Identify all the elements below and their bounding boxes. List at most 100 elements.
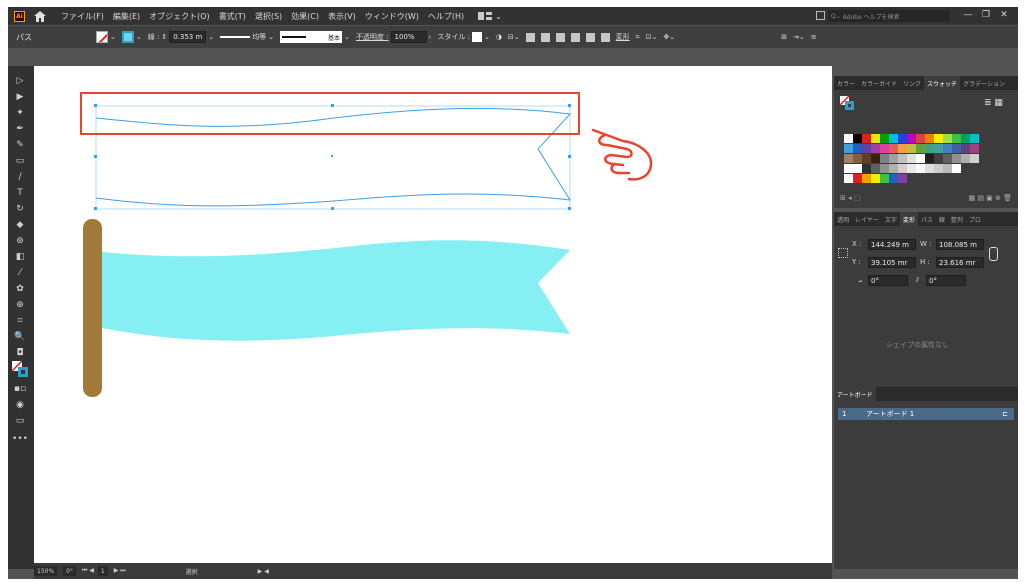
direct-selection-tool-icon[interactable]: ▶ <box>12 90 28 104</box>
swatch[interactable] <box>916 134 925 143</box>
swatch[interactable] <box>961 144 970 153</box>
tab-links[interactable]: リンク <box>900 79 924 88</box>
type-tool-icon[interactable]: T <box>12 186 28 200</box>
curvature-tool-icon[interactable]: ✎ <box>12 138 28 152</box>
swatch[interactable] <box>844 174 853 183</box>
swatch[interactable] <box>925 164 934 173</box>
swatch[interactable] <box>952 154 961 163</box>
swatch[interactable] <box>853 164 862 173</box>
menu-icon[interactable]: ≡ <box>811 33 817 41</box>
swatch[interactable] <box>952 144 961 153</box>
swatch[interactable] <box>889 174 898 183</box>
swatch[interactable] <box>907 134 916 143</box>
fill-swatch[interactable] <box>96 31 108 43</box>
pen-tool-icon[interactable]: ✒ <box>12 122 28 136</box>
list-view-icon[interactable]: ≣ ▦ <box>984 98 1003 108</box>
constrain-proportions-icon[interactable] <box>989 247 998 261</box>
swatch[interactable] <box>889 134 898 143</box>
tab-character[interactable]: 文字 <box>882 215 900 224</box>
menu-edit[interactable]: 編集(E) <box>113 11 140 22</box>
swatch[interactable] <box>871 144 880 153</box>
graphic-style-swatch[interactable] <box>471 32 482 42</box>
h-field[interactable]: 23.616 mr <box>936 257 984 268</box>
swatch[interactable] <box>889 164 898 173</box>
swatch[interactable] <box>898 174 907 183</box>
swatch[interactable] <box>934 144 943 153</box>
swatch[interactable] <box>907 164 916 173</box>
artboard-canvas[interactable] <box>34 66 832 563</box>
swatch[interactable] <box>970 144 979 153</box>
swatch[interactable] <box>871 154 880 163</box>
w-field[interactable]: 108.085 m <box>936 239 984 250</box>
brush-definition[interactable]: 基本 ⌄ <box>280 31 350 43</box>
swatch[interactable] <box>934 134 943 143</box>
fill-stroke-icon[interactable] <box>12 361 28 377</box>
swatch-fill-stroke-icon[interactable] <box>839 95 854 112</box>
tab-properties[interactable]: プロ <box>966 215 984 224</box>
align-to-icon[interactable]: ⊟⌄ <box>508 33 520 41</box>
swatch[interactable] <box>862 174 871 183</box>
selected-flag-outline[interactable] <box>94 104 572 210</box>
tab-swatches[interactable]: スウォッチ <box>924 76 961 90</box>
swatch[interactable] <box>880 164 889 173</box>
swatch[interactable] <box>898 164 907 173</box>
opacity-label[interactable]: 不透明度 : <box>356 32 389 42</box>
swatch[interactable] <box>880 134 889 143</box>
align-right-icon[interactable] <box>555 32 565 42</box>
recolor-icon[interactable]: ◑ <box>496 33 502 41</box>
width-tool-icon[interactable]: ⊛ <box>12 234 28 248</box>
rotation-field[interactable]: 0° <box>63 566 76 576</box>
swatch[interactable] <box>907 154 916 163</box>
swatch[interactable] <box>880 144 889 153</box>
swatch[interactable] <box>871 164 880 173</box>
swatch[interactable] <box>844 164 853 173</box>
swatch[interactable] <box>880 174 889 183</box>
swatch[interactable] <box>916 144 925 153</box>
stroke-weight-field[interactable]: 0.353 m <box>169 31 207 43</box>
swatch[interactable] <box>916 154 925 163</box>
chevron-right-icon[interactable]: › <box>429 33 432 41</box>
swatch[interactable] <box>907 144 916 153</box>
swatch[interactable] <box>844 134 853 143</box>
puppet-warp-icon[interactable]: ✥⌄ <box>663 33 675 41</box>
tab-transparency[interactable]: 透明 <box>834 215 852 224</box>
transform-icon[interactable]: ⌗ <box>636 33 640 42</box>
menu-view[interactable]: 表示(V) <box>328 11 356 22</box>
swatch[interactable] <box>889 144 898 153</box>
chevron-down-icon[interactable]: ⌄ <box>208 33 214 41</box>
swatch[interactable] <box>898 144 907 153</box>
close-icon[interactable]: ✕ <box>996 8 1012 22</box>
tab-pathfinder[interactable]: パス <box>918 215 936 224</box>
swatch[interactable] <box>871 174 880 183</box>
swatch[interactable] <box>862 134 871 143</box>
menu-type[interactable]: 書式(T) <box>219 11 246 22</box>
artboard-options-icon[interactable]: ⊏ <box>1002 410 1008 418</box>
x-field[interactable]: 144.249 m <box>868 239 916 250</box>
paintbrush-tool-icon[interactable]: ∕ <box>12 170 28 184</box>
swatch[interactable] <box>916 164 925 173</box>
opacity-field[interactable]: 100% <box>390 31 427 43</box>
swatch[interactable] <box>970 134 979 143</box>
align-top-icon[interactable] <box>570 32 580 42</box>
rotate-tool-icon[interactable]: ↻ <box>12 202 28 216</box>
workspace-switcher-icon[interactable]: ⌄ <box>478 12 502 21</box>
tab-stroke[interactable]: 線 <box>936 215 948 224</box>
menu-file[interactable]: ファイル(F) <box>61 11 104 22</box>
status-arrows-icon[interactable]: ▶ ◀ <box>258 568 269 575</box>
transform-button[interactable]: 変形 <box>616 32 630 42</box>
tab-layers[interactable]: レイヤー <box>852 215 882 224</box>
swatch[interactable] <box>889 154 898 163</box>
tab-color[interactable]: カラー <box>834 79 858 88</box>
stroke-swatch[interactable] <box>121 31 134 43</box>
menu-select[interactable]: 選択(S) <box>255 11 282 22</box>
swatch[interactable] <box>952 164 961 173</box>
edit-toolbar-icon[interactable]: ••• <box>12 432 28 446</box>
first-artboard-icon[interactable]: ⏮ ◀ <box>82 567 94 575</box>
default-colors-icon[interactable]: ◘ <box>12 346 28 360</box>
next-artboard-icon[interactable]: ▶ ⏭ <box>114 567 126 575</box>
menu-help[interactable]: ヘルプ(H) <box>428 11 464 22</box>
draw-mode-icon[interactable]: ◉ <box>12 398 28 412</box>
zoom-field[interactable]: 150% <box>34 566 58 576</box>
home-icon[interactable] <box>33 10 47 22</box>
align-hcenter-icon[interactable] <box>540 32 550 42</box>
